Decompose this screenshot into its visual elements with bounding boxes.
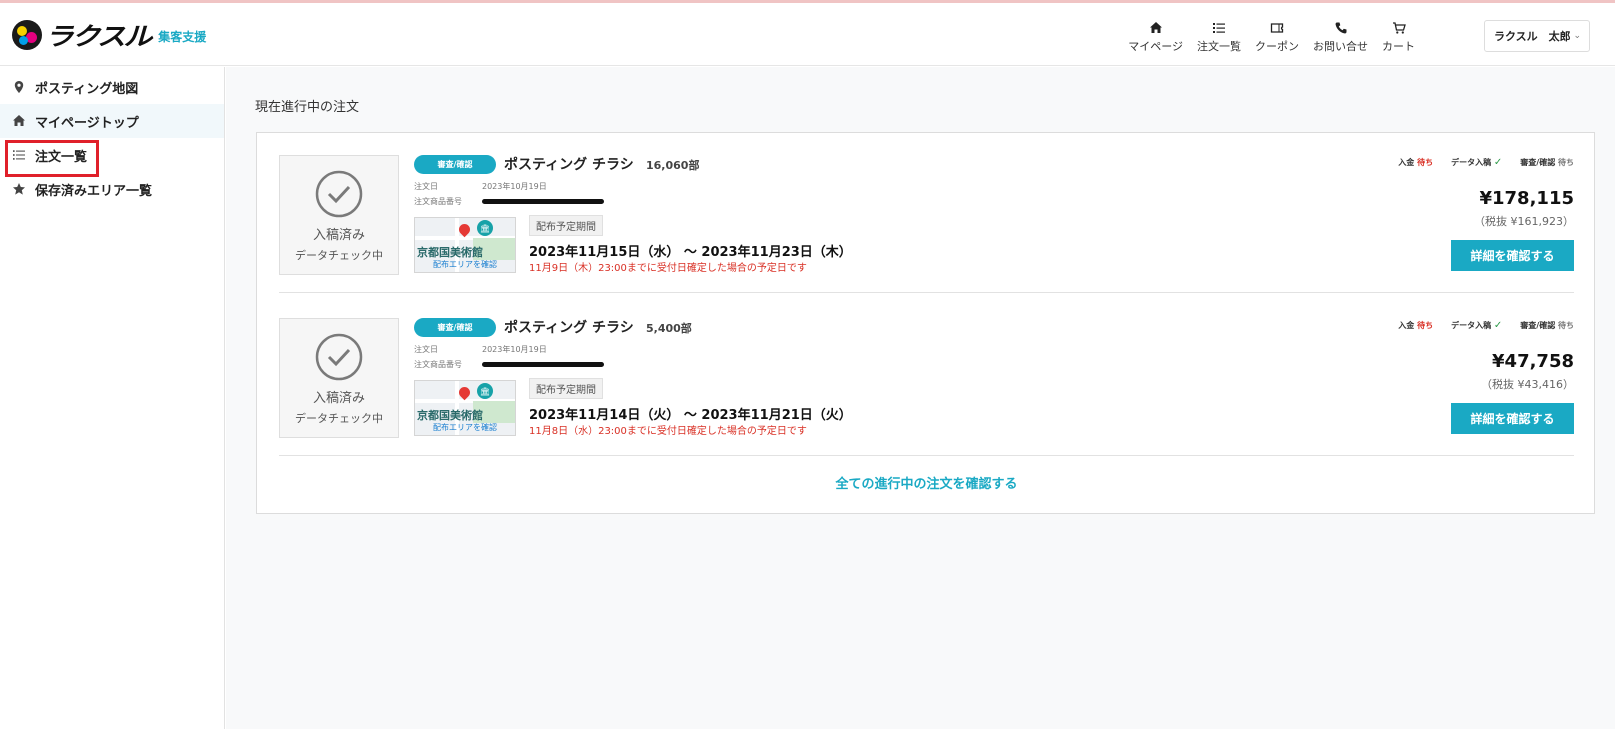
product-quantity: 16,060部 [646, 159, 700, 172]
section-title: 現在進行中の注文 [255, 100, 360, 115]
order-steps: 入金 待ち データ入稿 ✓ 審査/確認 待ち [1398, 157, 1574, 168]
view-all-orders-link[interactable]: 全ての進行中の注文を確認する [257, 473, 1596, 492]
order-item: 入稿済み データチェック中 審査/確認 ポスティング チラシ 5,400部 注文… [279, 296, 1574, 456]
coupon-icon [1270, 23, 1284, 33]
logo-mark-icon [12, 20, 42, 50]
order-price: ¥47,758 [1492, 351, 1574, 372]
order-info: 審査/確認 ポスティング チラシ 5,400部 注文日 2023年10月19日 … [414, 318, 1114, 448]
step-review: 審査/確認 待ち [1520, 321, 1574, 330]
nav-mypage[interactable]: マイページ [1128, 21, 1183, 54]
period-range: 2023年11月15日（水） ～ 2023年11月23日（木） [529, 245, 852, 260]
order-item: 入稿済み データチェック中 審査/確認 ポスティング チラシ 16,060部 注… [279, 133, 1574, 293]
map-caption: 配布エリアを確認 [433, 423, 497, 432]
status-sub: データチェック中 [295, 412, 383, 425]
map-thumbnail[interactable]: 🏛 京都国美術館 配布エリアを確認 [414, 380, 516, 436]
order-number-label: 注文商品番号 [414, 197, 462, 206]
cart-icon [1392, 22, 1406, 34]
order-date-label: 注文日 [414, 182, 438, 191]
view-details-button[interactable]: 詳細を確認する [1451, 403, 1574, 434]
sidebar-item-posting-map[interactable]: ポスティング地図 [0, 70, 224, 104]
map-pin-icon [456, 221, 473, 238]
user-name: ラクスル 太郎 [1494, 30, 1571, 43]
step-data: データ入稿 ✓ [1451, 320, 1503, 331]
nav-cart[interactable]: カート [1382, 21, 1415, 54]
status-badge: 審査/確認 [414, 318, 496, 337]
order-number-redacted [482, 199, 604, 204]
nav-coupon[interactable]: クーポン [1255, 21, 1299, 54]
period-range: 2023年11月14日（火） ～ 2023年11月21日（火） [529, 408, 852, 423]
status-main: 入稿済み [312, 391, 365, 406]
order-price-excl-tax: （税抜 ¥43,416） [1481, 378, 1574, 391]
main-content: 現在進行中の注文 入稿済み データチェック中 審査/確認 ポスティング チラシ … [226, 67, 1615, 729]
star-icon [13, 183, 25, 195]
order-price-excl-tax: （税抜 ¥161,923） [1474, 215, 1574, 228]
order-date: 2023年10月19日 [482, 345, 547, 354]
order-steps: 入金 待ち データ入稿 ✓ 審査/確認 待ち [1398, 320, 1574, 331]
sidebar-item-label: マイページトップ [35, 115, 139, 131]
logo[interactable]: ラクスル 集客支援 [12, 17, 206, 53]
view-details-button[interactable]: 詳細を確認する [1451, 240, 1574, 271]
check-icon: ✓ [1493, 157, 1503, 168]
order-price: ¥178,115 [1479, 188, 1574, 209]
map-place-label: 京都国美術館 [417, 246, 483, 259]
order-status-box: 入稿済み データチェック中 [279, 318, 399, 438]
home-icon [1149, 22, 1162, 33]
list-icon [1213, 23, 1225, 33]
order-number-label: 注文商品番号 [414, 360, 462, 369]
map-place-label: 京都国美術館 [417, 409, 483, 422]
chevron-down-icon: ⌄ [1573, 31, 1581, 41]
map-pin-icon [14, 81, 24, 93]
period-note: 11月8日（水）23:00までに受付日確定した場合の予定日です [529, 426, 807, 437]
check-icon: ✓ [1493, 320, 1503, 331]
sidebar: ポスティング地図 マイページトップ 注文一覧 保存済みエリア一覧 [0, 67, 225, 729]
nav-contact[interactable]: お問い合せ [1313, 21, 1368, 54]
order-date: 2023年10月19日 [482, 182, 547, 191]
museum-icon: 🏛 [477, 383, 493, 399]
orders-card: 入稿済み データチェック中 審査/確認 ポスティング チラシ 16,060部 注… [256, 132, 1595, 514]
period-tag: 配布予定期間 [529, 215, 603, 236]
museum-icon: 🏛 [477, 220, 493, 236]
sidebar-item-label: 保存済みエリア一覧 [35, 183, 153, 199]
step-payment: 入金 待ち [1398, 158, 1434, 167]
period-note: 11月9日（木）23:00までに受付日確定した場合の予定日です [529, 263, 807, 274]
product-name: ポスティング チラシ [504, 157, 634, 173]
order-info: 審査/確認 ポスティング チラシ 16,060部 注文日 2023年10月19日… [414, 155, 1114, 285]
order-number-redacted [482, 362, 604, 367]
map-thumbnail[interactable]: 🏛 京都国美術館 配布エリアを確認 [414, 217, 516, 273]
map-pin-icon [456, 384, 473, 401]
phone-icon [1335, 22, 1346, 34]
check-circle-icon [315, 170, 363, 218]
period-tag: 配布予定期間 [529, 378, 603, 399]
user-menu-button[interactable]: ラクスル 太郎 ⌄ [1484, 20, 1590, 52]
check-circle-icon [315, 333, 363, 381]
sidebar-item-label: ポスティング地図 [35, 81, 139, 97]
status-main: 入稿済み [312, 228, 365, 243]
sidebar-item-label: 注文一覧 [35, 149, 88, 165]
map-caption: 配布エリアを確認 [433, 260, 497, 269]
header-nav: マイページ 注文一覧 クーポン お問い合せ カート [1128, 21, 1415, 54]
list-icon [13, 150, 25, 160]
step-payment: 入金 待ち [1398, 321, 1434, 330]
product-name: ポスティング チラシ [504, 320, 634, 336]
sidebar-item-saved-areas[interactable]: 保存済みエリア一覧 [0, 172, 224, 206]
order-date-label: 注文日 [414, 345, 438, 354]
step-data: データ入稿 ✓ [1451, 157, 1503, 168]
logo-subtitle: 集客支援 [158, 29, 207, 44]
status-sub: データチェック中 [295, 249, 383, 262]
nav-orders[interactable]: 注文一覧 [1197, 21, 1241, 54]
nav-orders-label: 注文一覧 [1197, 40, 1241, 53]
status-badge: 審査/確認 [414, 155, 496, 174]
nav-coupon-label: クーポン [1255, 40, 1299, 53]
nav-contact-label: お問い合せ [1313, 40, 1368, 53]
order-status-box: 入稿済み データチェック中 [279, 155, 399, 275]
sidebar-item-order-list[interactable]: 注文一覧 [0, 138, 224, 172]
home-icon [13, 115, 25, 126]
logo-text: ラクスル [45, 22, 152, 51]
step-review: 審査/確認 待ち [1520, 158, 1574, 167]
sidebar-item-mypage-top[interactable]: マイページトップ [0, 104, 224, 138]
nav-cart-label: カート [1382, 40, 1415, 53]
product-quantity: 5,400部 [646, 322, 692, 335]
header: ラクスル 集客支援 マイページ 注文一覧 クーポン お問い合せ カート ラクスル… [0, 3, 1615, 66]
nav-mypage-label: マイページ [1128, 40, 1183, 53]
